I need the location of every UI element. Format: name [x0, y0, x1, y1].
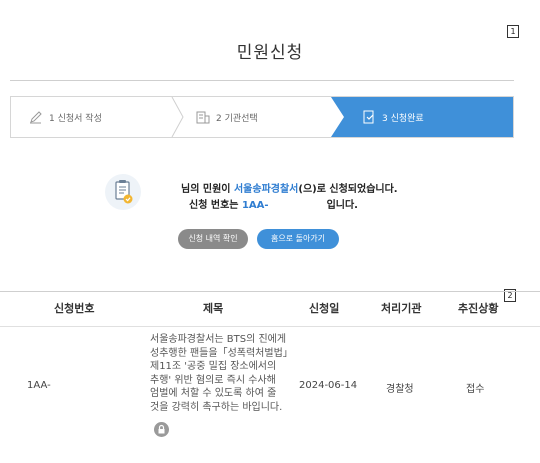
col-status: 추진상황 — [458, 302, 499, 315]
title-divider — [10, 80, 514, 81]
lock-icon — [154, 422, 169, 437]
page-title: 민원신청 — [236, 43, 304, 63]
row-subject[interactable]: 서울송파경찰서는 BTS의 진에게 성추행한 팬들을「성폭력처벌법」제11조 '… — [150, 333, 288, 415]
row-number: 1AA- — [27, 380, 51, 391]
step-label: 1 신청서 작성 — [49, 113, 102, 124]
go-home-button[interactable]: 홈으로 돌아가기 — [257, 229, 339, 249]
building-icon — [196, 110, 210, 124]
step-complete: 3 신청완료 — [344, 97, 513, 137]
check-history-button[interactable]: 신청 내역 확인 — [178, 229, 248, 249]
col-agency: 처리기관 — [381, 302, 422, 315]
step-label: 2 기관선택 — [216, 113, 258, 124]
col-date: 신청일 — [309, 302, 340, 315]
row-agency: 경찰청 — [386, 384, 414, 395]
row-status: 접수 — [466, 384, 485, 395]
step-label: 3 신청완료 — [382, 113, 424, 124]
progress-steps: 1 신청서 작성 2 기관선택 3 신청완료 — [10, 96, 514, 138]
pencil-icon — [29, 110, 43, 124]
completion-message: 님의 민원이 서울송파경찰서(으)로 신청되었습니다. — [181, 184, 398, 195]
step-write-application: 1 신청서 작성 — [29, 97, 102, 137]
row-date: 2024-06-14 — [299, 380, 358, 391]
check-document-icon — [362, 110, 376, 124]
step-select-agency: 2 기관선택 — [196, 97, 258, 137]
col-number: 신청번호 — [54, 302, 95, 315]
table-header: 신청번호 제목 신청일 처리기관 추진상황 — [0, 291, 540, 327]
step-separator-icon — [331, 97, 344, 137]
annotation-marker-1: 1 — [507, 25, 519, 38]
step-separator-icon — [171, 97, 184, 137]
application-number-message: 신청 번호는 1AA- 입니다. — [189, 200, 358, 211]
document-complete-icon — [105, 174, 141, 210]
col-subject: 제목 — [203, 302, 224, 315]
agency-name: 서울송파경찰서 — [233, 184, 299, 195]
application-number: 1AA- — [241, 200, 269, 211]
